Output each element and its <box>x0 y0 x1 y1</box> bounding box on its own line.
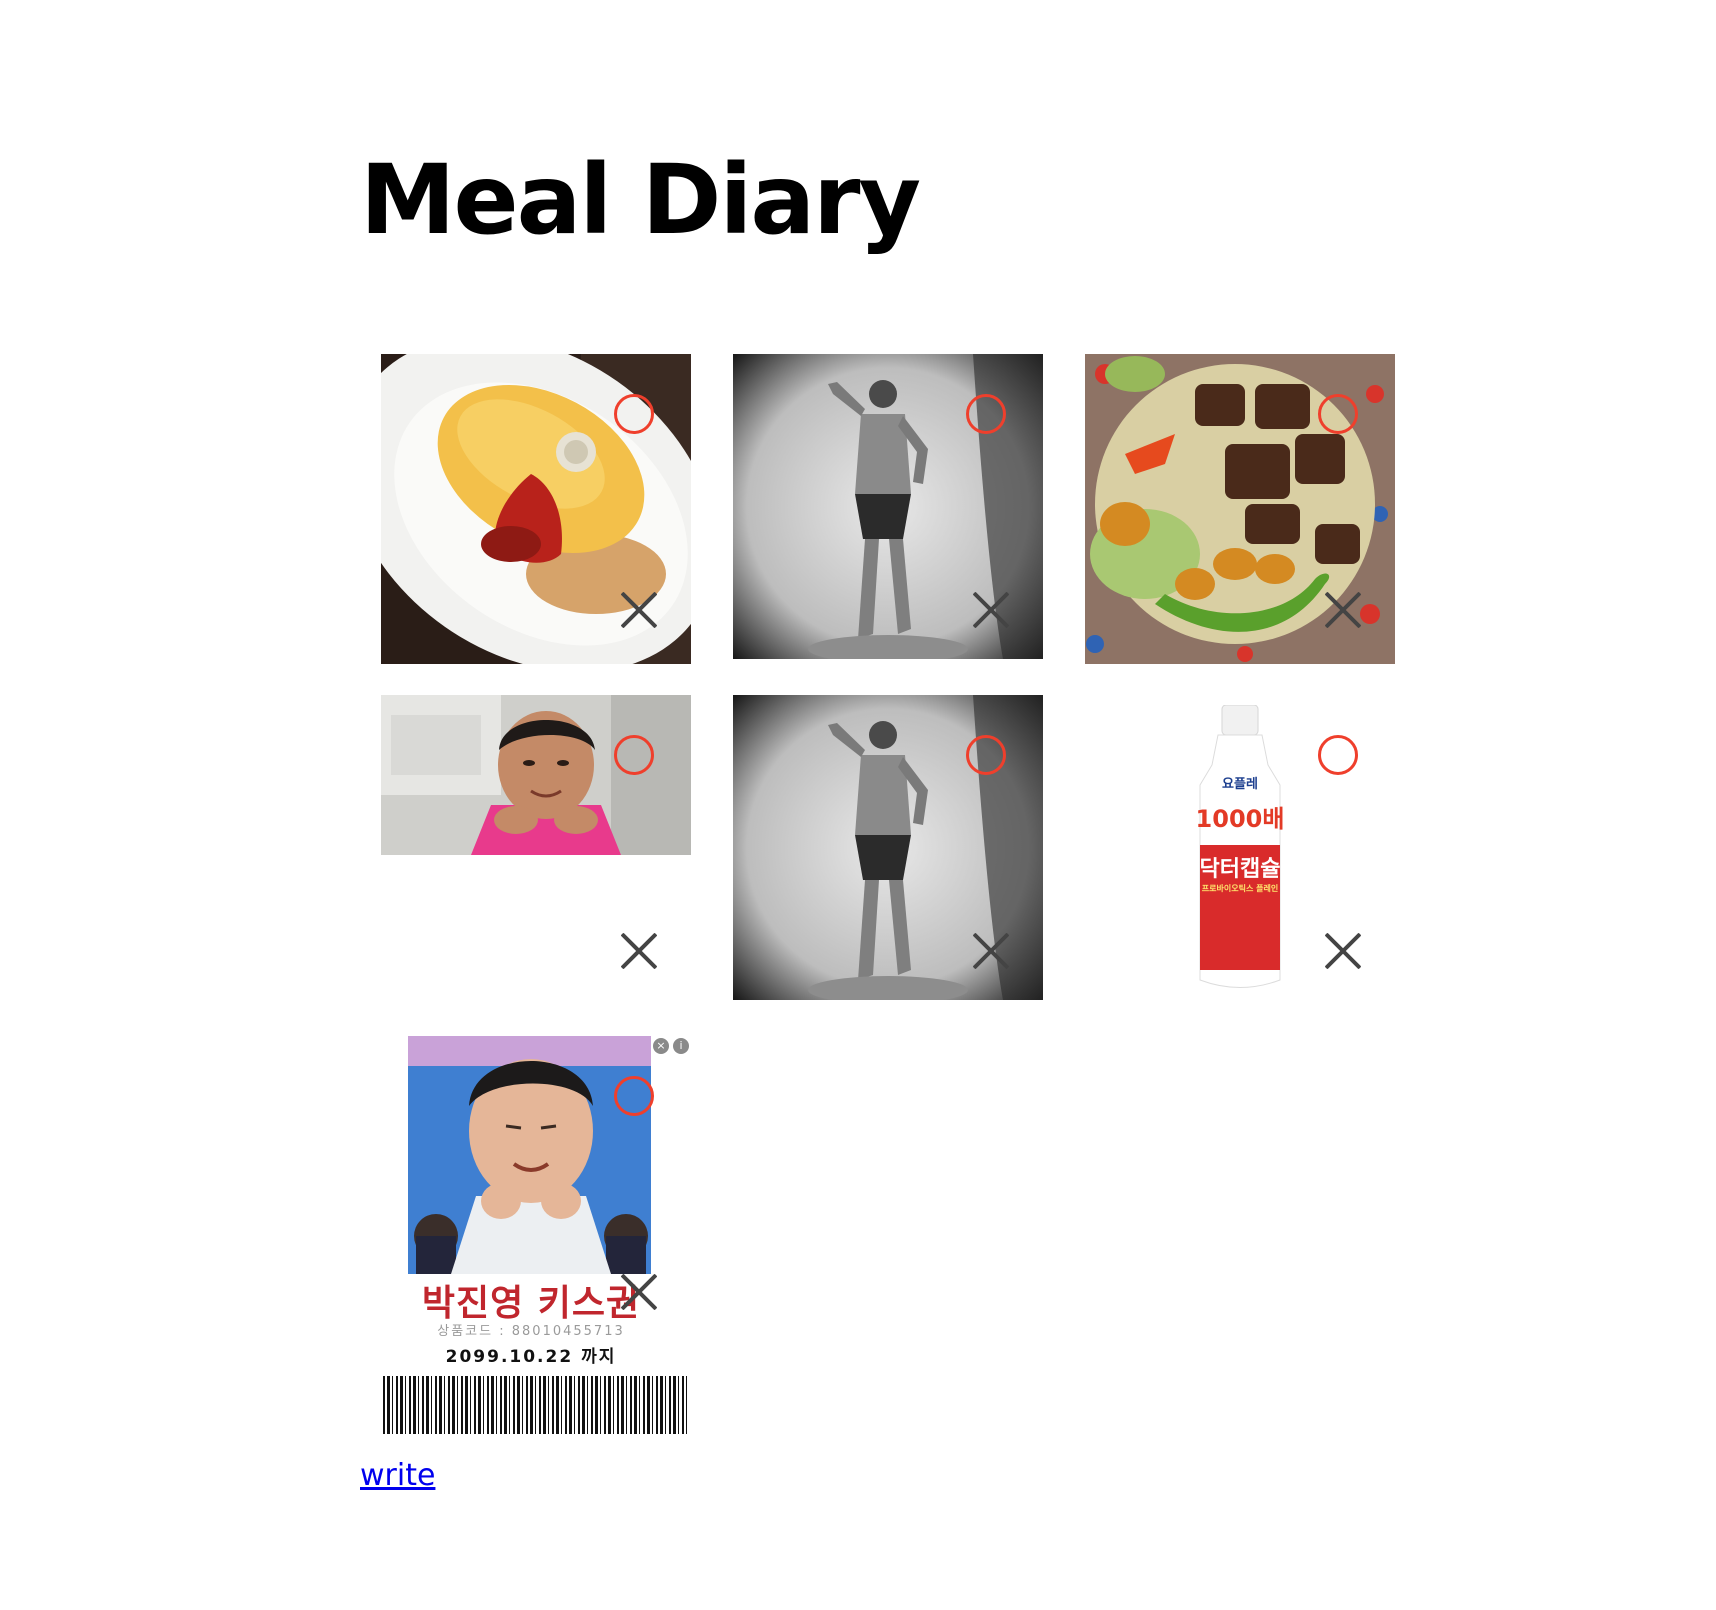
meal-entry <box>381 354 691 664</box>
meal-entry <box>381 695 691 1005</box>
o-button[interactable] <box>966 394 1006 434</box>
o-button[interactable] <box>1318 735 1358 775</box>
x-button[interactable] <box>619 590 659 630</box>
bottle-sub: 프로바이오틱스 플레인 <box>1201 884 1279 893</box>
bottle-headline: 1000배 <box>1195 805 1285 833</box>
x-button[interactable] <box>971 590 1011 630</box>
o-button[interactable] <box>614 394 654 434</box>
meal-entry <box>733 695 1043 1005</box>
yogurt-drink-bottle-photo: 요플레 1000배 닥터캡슐 프로바이오틱스 플레인 <box>1190 705 1290 995</box>
bottle-brand: 요플레 <box>1222 777 1258 792</box>
bottle-product: 닥터캡슐 <box>1199 857 1281 882</box>
meal-entry <box>1085 354 1395 664</box>
ad-close-icon[interactable]: × <box>653 1038 669 1054</box>
coupon-code: 상품코드 : 88010455713 <box>437 1324 625 1339</box>
x-button[interactable] <box>1323 590 1363 630</box>
page-title: Meal Diary <box>360 144 921 256</box>
o-button[interactable] <box>614 735 654 775</box>
meal-grid: 요플레 1000배 닥터캡슐 프로바이오틱스 플레인 × i 박진영 키스권 상… <box>381 354 1395 1446</box>
x-button[interactable] <box>971 931 1011 971</box>
ad-info-icon[interactable]: i <box>673 1038 689 1054</box>
x-button[interactable] <box>619 1272 659 1312</box>
barcode <box>383 1376 687 1434</box>
meal-entry <box>733 354 1043 664</box>
x-button[interactable] <box>1323 931 1363 971</box>
coupon-expiry: 2099.10.22 까지 <box>445 1347 617 1367</box>
meal-entry: 요플레 1000배 닥터캡슐 프로바이오틱스 플레인 <box>1085 695 1395 1005</box>
o-button[interactable] <box>1318 394 1358 434</box>
man-in-pink-jacket-photo <box>381 695 691 855</box>
o-button[interactable] <box>966 735 1006 775</box>
meal-entry: × i 박진영 키스권 상품코드 : 88010455713 2099.10.2… <box>381 1036 691 1446</box>
o-button[interactable] <box>614 1076 654 1116</box>
write-link[interactable]: write <box>360 1458 435 1493</box>
x-button[interactable] <box>619 931 659 971</box>
